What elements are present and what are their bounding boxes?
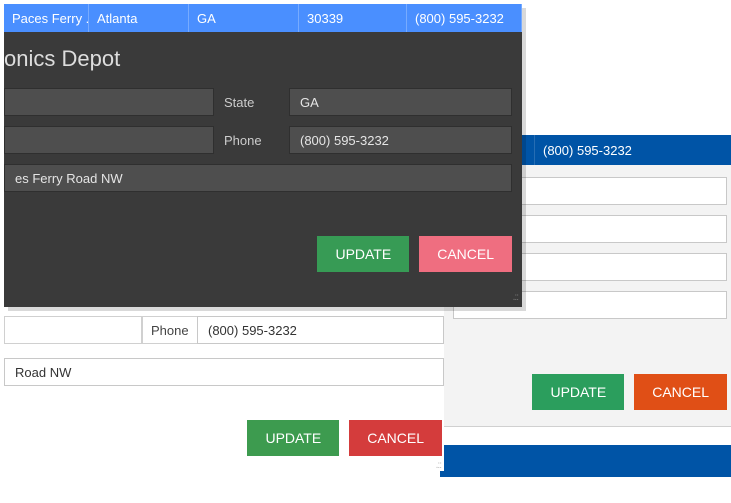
col-phone[interactable]: (800) 595-3232 [407,4,522,32]
edit-form: onics Depot State Phone UPDATE CANCEL [4,32,522,292]
company-name: onics Depot [4,32,512,88]
label-state: State [224,95,279,110]
field-placeholder [4,316,142,344]
resize-grip-icon[interactable]: .:: [4,292,522,307]
panel-dark-theme: Paces Ferry ... Atlanta GA 30339 (800) 5… [4,4,522,307]
update-button[interactable]: UPDATE [317,236,409,272]
label-phone: Phone [224,133,279,148]
label-phone: Phone [142,316,197,344]
col-state[interactable]: GA [189,4,299,32]
col-street[interactable]: Paces Ferry ... [4,4,89,32]
field-address[interactable] [4,358,444,386]
field-phone[interactable] [289,126,512,154]
col-phone[interactable]: (800) 595-3232 [535,135,731,165]
update-button[interactable]: UPDATE [532,374,624,410]
grid-header-row: Paces Ferry ... Atlanta GA 30339 (800) 5… [4,4,522,32]
col-zip[interactable]: 30339 [299,4,407,32]
cancel-button[interactable]: CANCEL [349,420,442,456]
resize-grip-icon[interactable]: .:: [4,456,444,471]
grid-footer [440,445,731,477]
resize-grip-icon[interactable]: .:: [440,477,731,492]
field-phone[interactable] [197,316,444,344]
cancel-button[interactable]: CANCEL [419,236,512,272]
update-button[interactable]: UPDATE [247,420,339,456]
field-placeholder [4,126,214,154]
col-city[interactable]: Atlanta [89,4,189,32]
field-address[interactable] [4,164,512,192]
field-state[interactable] [289,88,512,116]
cancel-button[interactable]: CANCEL [634,374,727,410]
field-placeholder [4,88,214,116]
